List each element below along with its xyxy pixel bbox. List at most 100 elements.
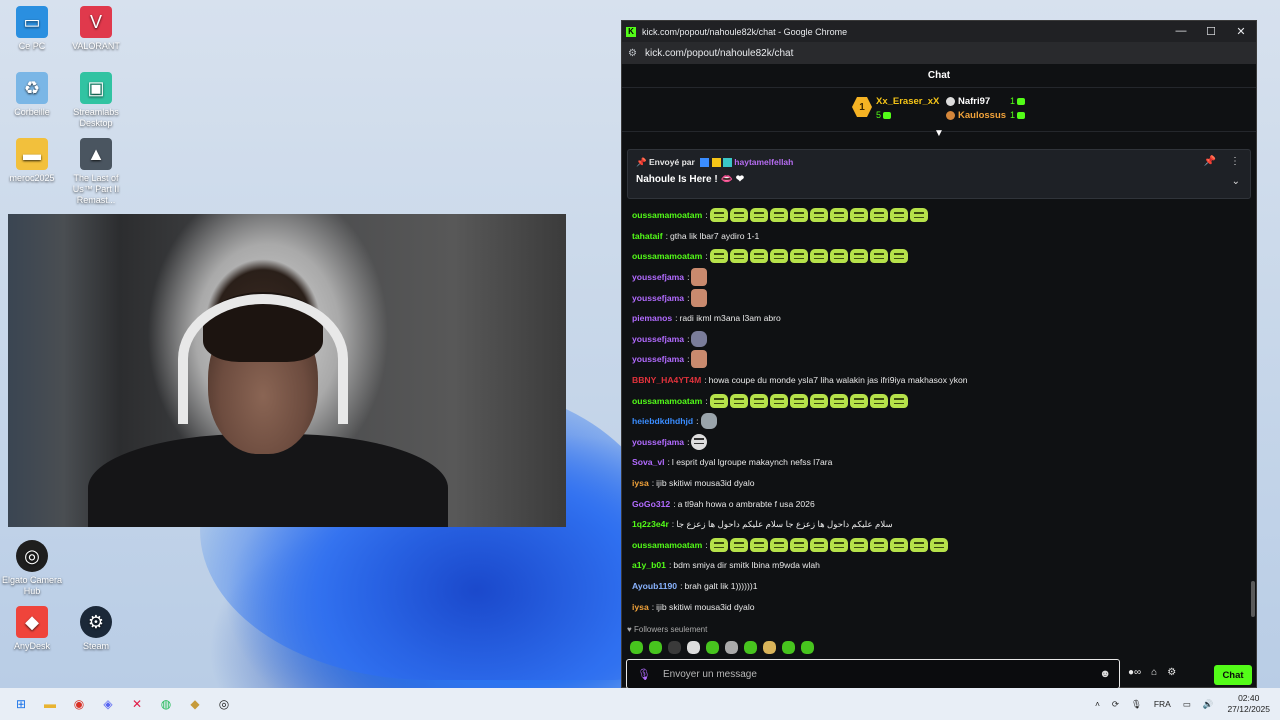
desktop-icon-folder[interactable]: ▬ meroc2025 [0,138,64,184]
anydesk-icon: ◆ [16,606,48,638]
gift-icon [883,112,892,120]
chat-username[interactable]: oussamamoatam [632,540,702,550]
leader-second-count: 1 [1010,96,1026,106]
quick-emote[interactable] [725,641,738,654]
chrome-icon[interactable]: ◉ [68,693,90,715]
spotify-icon[interactable]: ◍ [155,693,177,715]
desktop-icon-streamlabs[interactable]: ▣ Streamlabs Desktop [64,72,128,129]
quick-emote[interactable] [782,641,795,654]
volume-icon[interactable]: 🔊 [1203,699,1214,710]
store-icon[interactable]: ⌂ [1151,667,1157,678]
frog-emote-icon [769,208,788,223]
microphone-tray-icon[interactable]: 🎙 [1131,699,1142,710]
desktop-icon-elgato[interactable]: ◎ Elgato Camera Hub [0,540,64,597]
chat-username[interactable]: oussamamoatam [632,251,702,261]
start-menu-icon[interactable]: ⊞ [10,693,32,715]
league-icon[interactable]: ◆ [184,693,206,715]
discord-icon[interactable]: ◈ [97,693,119,715]
chat-username[interactable]: youssefjama [632,293,684,303]
leader-second-name[interactable]: Nafri97 [946,96,990,107]
chat-separator: : [704,375,707,386]
chat-separator: : [687,333,690,344]
chat-scrollbar[interactable] [1251,581,1255,617]
minimize-button[interactable]: — [1166,25,1196,38]
chat-username[interactable]: heiebdkdhdhjd [632,416,693,426]
site-settings-icon[interactable]: ⚙ [628,48,637,59]
desktop-icon-anydesk[interactable]: ◆ AnyDesk [0,606,64,652]
desktop-icon-last-of-us[interactable]: ▲ The Last of Us™ Part II Remast... [64,138,128,206]
chat-username[interactable]: iysa [632,602,649,612]
chat-separator: : [675,313,678,324]
chat-username[interactable]: tahataif [632,231,663,241]
leader-first-name[interactable]: Xx_Eraser_xX [876,96,939,107]
url-text[interactable]: kick.com/popout/nahoule82k/chat [645,48,793,59]
chat-username[interactable]: GoGo312 [632,499,670,509]
chat-username[interactable]: youssefjama [632,272,684,282]
chat-username[interactable]: iysa [632,478,649,488]
valorant-icon: V [80,6,112,38]
quick-emote[interactable] [668,641,681,654]
desktop-icon-recycle-bin[interactable]: ♻ Corbeille [0,72,64,118]
gift-icon [1017,98,1026,106]
steam-icon: ⚙ [80,606,112,638]
chat-separator: : [651,478,655,489]
chat-username[interactable]: piemanos [632,313,672,323]
points-icon[interactable]: ●∞ [1128,667,1141,678]
chevron-down-icon[interactable]: ⌄ [1232,176,1240,187]
expand-leaderboard-icon[interactable]: ▼ [934,128,944,139]
chat-username[interactable]: Ayoub1190 [632,581,677,591]
maximize-button[interactable]: ☐ [1196,25,1226,38]
bronze-medal-icon [946,110,955,120]
pinned-sender-name[interactable]: haytamelfellah [734,157,793,167]
quick-emote[interactable] [649,641,662,654]
microphone-icon[interactable]: 🎙 [637,668,651,681]
windows-taskbar: ⊞ ▬ ◉ ◈ ✕ ◍ ◆ ◎ ˄ ⟳ 🎙 FRA ▭ 🔊 02:40 27/1… [0,688,1280,720]
chat-username[interactable]: youssefjama [632,354,684,364]
chat-username[interactable]: 1q2z3e4r [632,519,669,529]
frog-emote-icon [789,537,808,552]
obs-icon[interactable]: ◎ [213,693,235,715]
quick-emote[interactable] [630,641,643,654]
desktop-icon-this-pc[interactable]: ▭ Ce PC [0,6,64,52]
address-bar[interactable]: ⚙ kick.com/popout/nahoule82k/chat [622,42,1256,64]
chat-username[interactable]: Sova_vl [632,457,665,467]
more-options-icon[interactable]: ⋮ [1230,156,1240,167]
send-chat-button[interactable]: Chat [1214,665,1252,685]
desktop-icon-valorant[interactable]: V VALORANT [64,6,128,52]
chat-username[interactable]: oussamamoatam [632,396,702,406]
emoji-picker-icon[interactable]: ☻ [1099,668,1111,680]
network-icon[interactable]: ▭ [1183,699,1191,710]
quick-emote[interactable] [687,641,700,654]
pin-icon[interactable]: 📌 [1204,156,1216,167]
silver-medal-icon [946,96,955,106]
desktop-icon-steam[interactable]: ⚙ Steam [64,606,128,652]
chat-username[interactable]: BBNY_HA4YT4M [632,375,701,385]
chat-separator: : [705,210,708,221]
chat-username[interactable]: youssefjama [632,437,684,447]
window-titlebar[interactable]: K kick.com/popout/nahoule82k/chat - Goog… [622,21,1256,42]
sync-icon[interactable]: ⟳ [1112,699,1119,710]
file-explorer-icon[interactable]: ▬ [39,693,61,715]
clock[interactable]: 02:40 27/12/2025 [1227,693,1270,715]
quick-emote[interactable] [706,641,719,654]
language-indicator[interactable]: FRA [1154,699,1171,709]
frog-emote-icon [889,537,908,552]
quick-emote[interactable] [744,641,757,654]
quick-emote[interactable] [763,641,776,654]
close-button[interactable]: ✕ [1226,25,1256,38]
frog-emote-icon [829,249,848,264]
capcut-icon[interactable]: ✕ [126,693,148,715]
leader-third-name[interactable]: Kaulossus [946,110,1006,121]
frog-emote-icon [809,249,828,264]
chat-message-input[interactable] [662,668,1100,680]
chevron-up-icon[interactable]: ˄ [1095,699,1100,709]
chat-username[interactable]: a1y_b01 [632,560,666,570]
chat-username[interactable]: oussamamoatam [632,210,702,220]
pinned-sender-line: 📌 Envoyé par haytamelfellah [636,157,794,168]
chat-input-box[interactable]: 🎙 ☻ [626,659,1120,689]
settings-gear-icon[interactable]: ⚙ [1167,667,1176,678]
crown-badge-icon [711,158,721,168]
quick-emote[interactable] [801,641,814,654]
chat-username[interactable]: youssefjama [632,334,684,344]
frog-emote-icon [829,537,848,552]
